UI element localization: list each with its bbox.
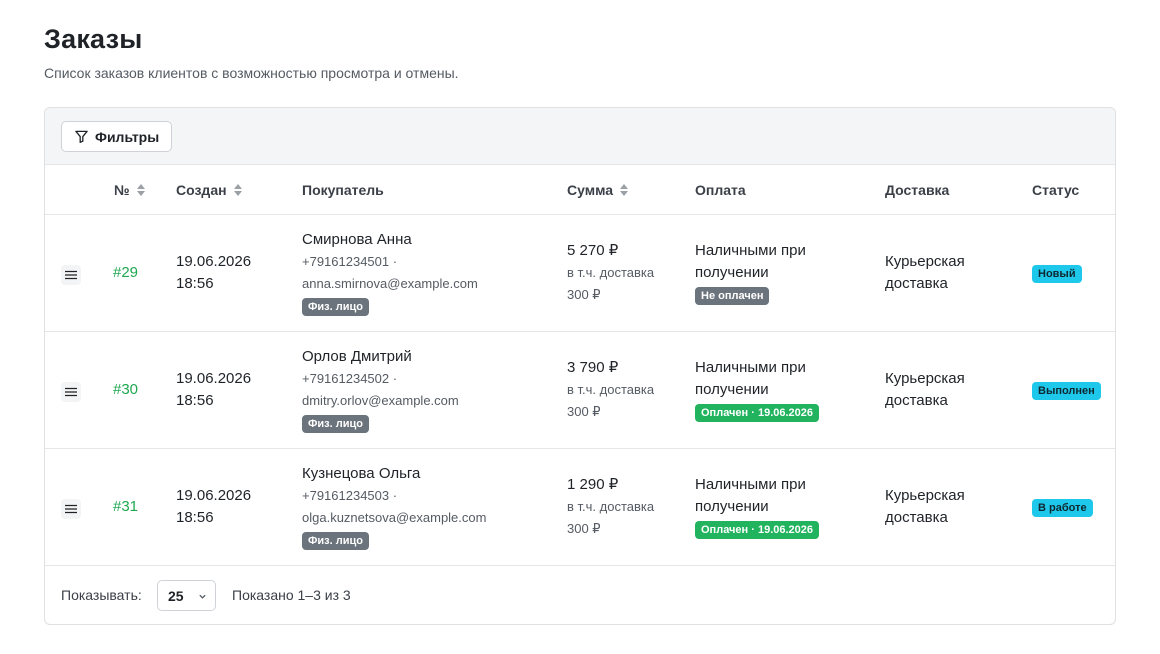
table-row[interactable]: #30 19.06.2026 18:56 Орлов Дмитрий +7916… — [45, 332, 1115, 449]
customer-email: anna.smirnova@example.com — [302, 276, 478, 291]
order-number-link[interactable]: #29 — [113, 264, 138, 281]
customer-phone: +79161234502 · — [302, 371, 398, 386]
column-number[interactable]: № — [114, 165, 145, 215]
status-badge: В работе — [1032, 499, 1093, 517]
order-sum: 5 270 ₽ — [567, 242, 619, 259]
pagination-summary: Показано 1–3 из 3 — [232, 587, 351, 603]
delivery-cost: 300 ₽ — [567, 287, 601, 302]
customer-name: Смирнова Анна — [302, 231, 412, 248]
order-date: 19.06.2026 — [176, 370, 252, 387]
menu-icon[interactable] — [61, 499, 81, 519]
order-number-link[interactable]: #31 — [113, 498, 138, 515]
delivery-note: в т.ч. доставка — [567, 382, 655, 397]
delivery-method: Курьерская — [885, 487, 965, 504]
order-date: 19.06.2026 — [176, 487, 252, 504]
table-row[interactable]: #29 19.06.2026 18:56 Смирнова Анна +7916… — [45, 215, 1115, 332]
delivery-method-cont: доставка — [885, 392, 948, 409]
payment-method-cont: получении — [695, 264, 769, 281]
customer-type-badge: Физ. лицо — [302, 298, 369, 316]
menu-icon[interactable] — [61, 265, 81, 285]
page-size-value: 25 — [168, 587, 184, 604]
delivery-cost: 300 ₽ — [567, 404, 601, 419]
page-size-label: Показывать: — [61, 587, 142, 603]
payment-method-cont: получении — [695, 381, 769, 398]
customer-phone: +79161234501 · — [302, 254, 398, 269]
order-sum: 3 790 ₽ — [567, 359, 619, 376]
column-delivery: Доставка — [885, 182, 950, 198]
order-sum: 1 290 ₽ — [567, 476, 619, 493]
table-header: № Создан Покупатель Сумма Оплата Доставк… — [45, 165, 1115, 215]
menu-icon[interactable] — [61, 382, 81, 402]
customer-name: Орлов Дмитрий — [302, 348, 412, 365]
customer-type-badge: Физ. лицо — [302, 532, 369, 550]
orders-card: Фильтры № Создан Покупатель Сумма Оплата… — [44, 107, 1116, 625]
payment-status-badge: Оплачен · 19.06.2026 — [695, 521, 820, 539]
page-size-select[interactable]: 25 — [157, 580, 216, 611]
status-badge: Новый — [1032, 265, 1082, 283]
sort-icon — [136, 184, 145, 196]
payment-method: Наличными при — [695, 359, 806, 376]
column-created[interactable]: Создан — [176, 165, 242, 215]
order-number-link[interactable]: #30 — [113, 381, 138, 398]
customer-email: olga.kuznetsova@example.com — [302, 510, 487, 525]
delivery-note: в т.ч. доставка — [567, 499, 655, 514]
filters-button-label: Фильтры — [95, 128, 160, 145]
chevron-down-icon — [199, 594, 206, 599]
sort-icon — [233, 184, 242, 196]
filters-button[interactable]: Фильтры — [61, 121, 173, 152]
page-subtitle: Список заказов клиентов с возможностью п… — [44, 65, 459, 81]
toolbar: Фильтры — [45, 108, 1115, 165]
column-payment: Оплата — [695, 182, 746, 198]
status-badge: Выполнен — [1032, 382, 1101, 400]
customer-type-badge: Физ. лицо — [302, 415, 369, 433]
column-customer: Покупатель — [302, 182, 384, 198]
filter-icon — [75, 130, 88, 143]
column-sum[interactable]: Сумма — [567, 165, 629, 215]
order-time: 18:56 — [176, 392, 214, 409]
payment-method-cont: получении — [695, 498, 769, 515]
delivery-cost: 300 ₽ — [567, 521, 601, 536]
customer-email: dmitry.orlov@example.com — [302, 393, 459, 408]
order-time: 18:56 — [176, 275, 214, 292]
payment-status-badge: Оплачен · 19.06.2026 — [695, 404, 820, 422]
payment-method: Наличными при — [695, 476, 806, 493]
order-time: 18:56 — [176, 509, 214, 526]
delivery-method-cont: доставка — [885, 275, 948, 292]
customer-phone: +79161234503 · — [302, 488, 398, 503]
delivery-method: Курьерская — [885, 370, 965, 387]
order-date: 19.06.2026 — [176, 253, 252, 270]
customer-name: Кузнецова Ольга — [302, 465, 421, 482]
column-status: Статус — [1032, 182, 1080, 198]
payment-status-badge: Не оплачен — [695, 287, 770, 305]
table-footer: Показывать: 25 Показано 1–3 из 3 — [45, 566, 1115, 624]
delivery-method: Курьерская — [885, 253, 965, 270]
delivery-note: в т.ч. доставка — [567, 265, 655, 280]
table-row[interactable]: #31 19.06.2026 18:56 Кузнецова Ольга +79… — [45, 449, 1115, 566]
sort-icon — [620, 184, 629, 196]
delivery-method-cont: доставка — [885, 509, 948, 526]
payment-method: Наличными при — [695, 242, 806, 259]
page-title: Заказы — [44, 24, 143, 54]
